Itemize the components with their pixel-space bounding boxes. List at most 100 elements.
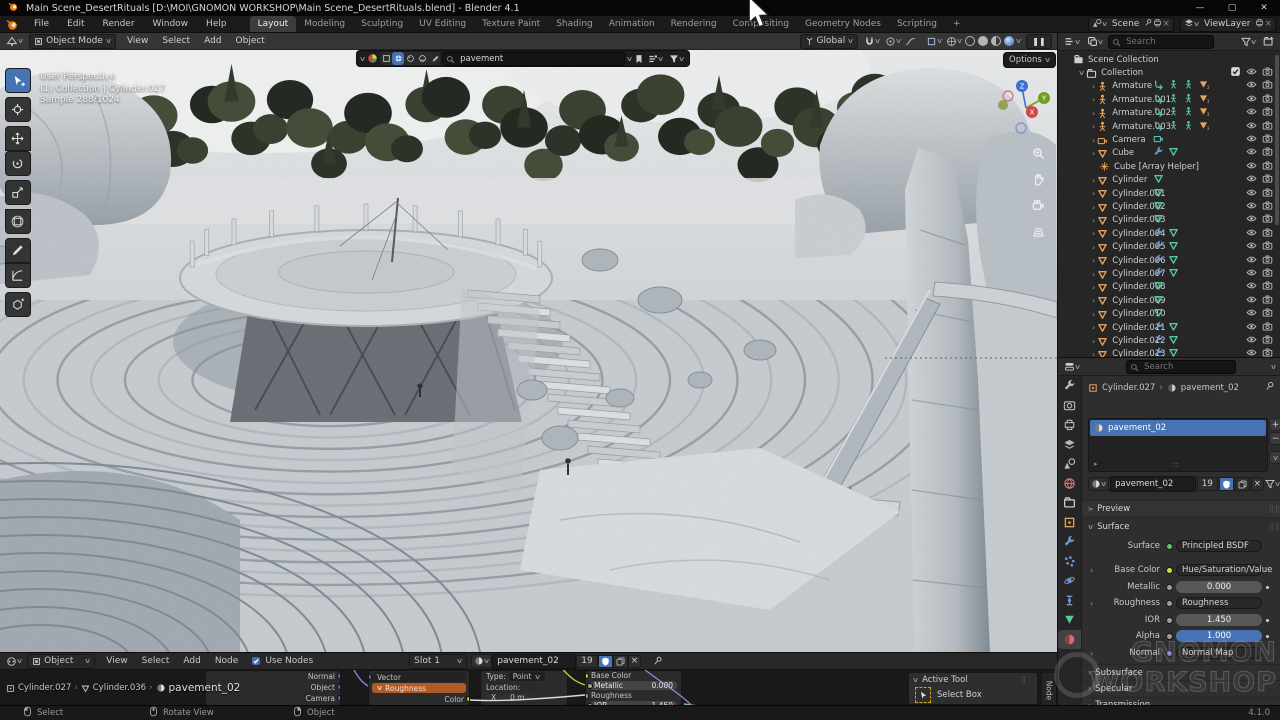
camera-toggle-icon[interactable] — [1262, 240, 1273, 254]
shader-users-count[interactable]: 19 — [576, 655, 597, 668]
camera-toggle-icon[interactable] — [1262, 321, 1273, 335]
properties-tab-world[interactable] — [1058, 474, 1081, 494]
blender-menu-icon[interactable] — [0, 18, 25, 31]
shader-type-dropdown[interactable]: Object∨ — [27, 654, 95, 669]
badge-wrench-icon[interactable] — [1153, 321, 1164, 335]
viewport-search-field[interactable] — [442, 52, 625, 66]
outliner-row[interactable]: › Cylinder.013 — [1058, 348, 1280, 358]
outliner-scrollbar[interactable] — [1275, 55, 1279, 225]
use-nodes-checkbox[interactable]: Use Nodes — [251, 656, 313, 666]
badge-vgroup-icon[interactable]: 3 — [1198, 93, 1209, 107]
filter-sphere-b-icon[interactable] — [416, 54, 428, 63]
outliner-row[interactable]: › Cylinder.006 — [1058, 254, 1280, 267]
outliner-filter-obj-icon[interactable]: ∨ — [1085, 36, 1105, 47]
tool-transform[interactable] — [5, 209, 31, 234]
filter-sphere-a-icon[interactable] — [404, 54, 416, 63]
camera-toggle-icon[interactable] — [1262, 347, 1273, 358]
preview-panel-header[interactable]: ∨ Preview⣿⣿ — [1082, 500, 1280, 516]
properties-editor-icon[interactable]: ∨ — [1062, 361, 1082, 372]
badge-pose-icon[interactable] — [1183, 120, 1194, 134]
badge-constraint-icon[interactable] — [1153, 93, 1164, 107]
properties-tab-scene[interactable] — [1058, 454, 1081, 474]
camera-toggle-icon[interactable] — [1262, 334, 1273, 348]
add-workspace-button[interactable]: + — [945, 16, 969, 32]
property-value[interactable]: 0.000 — [1176, 581, 1262, 593]
badge-mesh-icon[interactable] — [1153, 280, 1164, 294]
badge-pose-icon[interactable] — [1168, 106, 1179, 120]
workspace-tab-sculpting[interactable]: Sculpting — [353, 16, 411, 32]
badge-wrench-icon[interactable] — [1153, 347, 1164, 358]
orientation-dropdown[interactable]: Global∨ — [800, 34, 859, 49]
eye-toggle-icon[interactable] — [1246, 133, 1257, 147]
outliner-item-label[interactable]: Cube [Array Helper] — [1114, 162, 1199, 172]
socket-dot[interactable] — [1166, 584, 1173, 591]
outliner-row[interactable]: › Cylinder.008 — [1058, 281, 1280, 294]
properties-tab-view-layer[interactable] — [1058, 435, 1081, 455]
outliner-row[interactable]: Cube [Array Helper] — [1058, 160, 1280, 173]
maximize-button[interactable]: ▢ — [1216, 0, 1248, 16]
badge-constraint-icon[interactable] — [1153, 106, 1164, 120]
outliner-row[interactable]: › Cylinder.002 — [1058, 200, 1280, 213]
viewport-menu-view[interactable]: View — [120, 36, 155, 46]
outliner-row[interactable]: › Cylinder.004 — [1058, 227, 1280, 240]
workspace-tab-layout[interactable]: Layout — [250, 16, 297, 32]
float-collapse-chevron[interactable]: ∨ — [359, 55, 366, 63]
camera-toggle-icon[interactable] — [1262, 173, 1273, 187]
overlays-icon[interactable]: ∨ — [944, 36, 964, 47]
outliner-row[interactable]: Scene Collection — [1058, 53, 1280, 66]
node-canvas[interactable]: Cylinder.027 › Cylinder.036 › pavement_0… — [0, 670, 1057, 705]
badge-mesh-icon[interactable] — [1153, 187, 1164, 201]
filter-funnel-icon[interactable]: ∨ — [667, 54, 686, 64]
badge-pose-icon[interactable] — [1168, 120, 1179, 134]
outliner-row[interactable]: › Cylinder.007 — [1058, 267, 1280, 280]
outliner-row[interactable]: › Cylinder.012 — [1058, 334, 1280, 347]
eye-toggle-icon[interactable] — [1246, 254, 1257, 268]
outliner-row[interactable]: › Armature.003 3 — [1058, 120, 1280, 133]
properties-tab-material[interactable] — [1058, 630, 1081, 650]
camera-toggle-icon[interactable] — [1262, 280, 1273, 294]
badge-mesh-icon[interactable] — [1153, 173, 1164, 187]
workspace-tab-animation[interactable]: Animation — [601, 16, 663, 32]
properties-search-input[interactable] — [1142, 361, 1232, 373]
outliner-row[interactable]: ∨ Collection — [1058, 66, 1280, 79]
outliner-row[interactable]: › Camera — [1058, 133, 1280, 146]
snap-magnet-icon[interactable]: ∨ — [862, 36, 882, 47]
properties-tab-physics[interactable] — [1058, 571, 1081, 591]
property-value[interactable]: Roughness — [1176, 597, 1262, 609]
perspective-grid-icon[interactable] — [1032, 223, 1045, 242]
viewport-menu-object[interactable]: Object — [229, 36, 272, 46]
pan-hand-icon[interactable] — [1032, 171, 1045, 190]
shading-wireframe-button[interactable] — [965, 36, 975, 46]
socket-dot[interactable] — [1166, 617, 1173, 624]
active-tool-title[interactable]: Active Tool — [922, 675, 968, 685]
eye-toggle-icon[interactable] — [1246, 160, 1257, 174]
minimize-button[interactable]: — — [1184, 0, 1216, 16]
tool-measure[interactable] — [5, 263, 31, 288]
shader-menu-select[interactable]: Select — [135, 656, 177, 666]
eye-toggle-icon[interactable] — [1246, 106, 1257, 120]
properties-tab-output[interactable] — [1058, 415, 1081, 435]
workspace-tab-uv-editing[interactable]: UV Editing — [411, 16, 474, 32]
eye-toggle-icon[interactable] — [1246, 213, 1257, 227]
camera-toggle-icon[interactable] — [1262, 133, 1273, 147]
outliner-search-input[interactable] — [1124, 36, 1210, 48]
camera-toggle-icon[interactable] — [1262, 187, 1273, 201]
viewport-menu-add[interactable]: Add — [197, 36, 228, 46]
outliner-row[interactable]: › Cylinder.005 — [1058, 241, 1280, 254]
workspace-tab-geometry-nodes[interactable]: Geometry Nodes — [797, 16, 889, 32]
badge-wrench-icon[interactable] — [1153, 227, 1164, 241]
eye-toggle-icon[interactable] — [1246, 267, 1257, 281]
outliner-item-label[interactable]: Armature — [1112, 81, 1152, 91]
outliner-row[interactable]: › Cylinder.001 — [1058, 187, 1280, 200]
new-scene-icon[interactable] — [1153, 18, 1162, 30]
camera-toggle-icon[interactable] — [1262, 79, 1273, 93]
workspace-tab-scripting[interactable]: Scripting — [889, 16, 945, 32]
workspace-tab-rendering[interactable]: Rendering — [663, 16, 725, 32]
slot-dropdown[interactable]: Slot 1∨ — [409, 654, 467, 669]
shader-fake-user-icon[interactable] — [598, 655, 613, 668]
zoom-icon[interactable] — [1032, 145, 1045, 164]
workspace-tab-shading[interactable]: Shading — [548, 16, 601, 32]
3d-viewport[interactable]: ∨ Object Mode∨ ViewSelectAddObject Globa… — [0, 33, 1057, 652]
property-value[interactable]: 1.000 — [1176, 630, 1262, 642]
shader-pin-icon[interactable] — [651, 656, 665, 666]
